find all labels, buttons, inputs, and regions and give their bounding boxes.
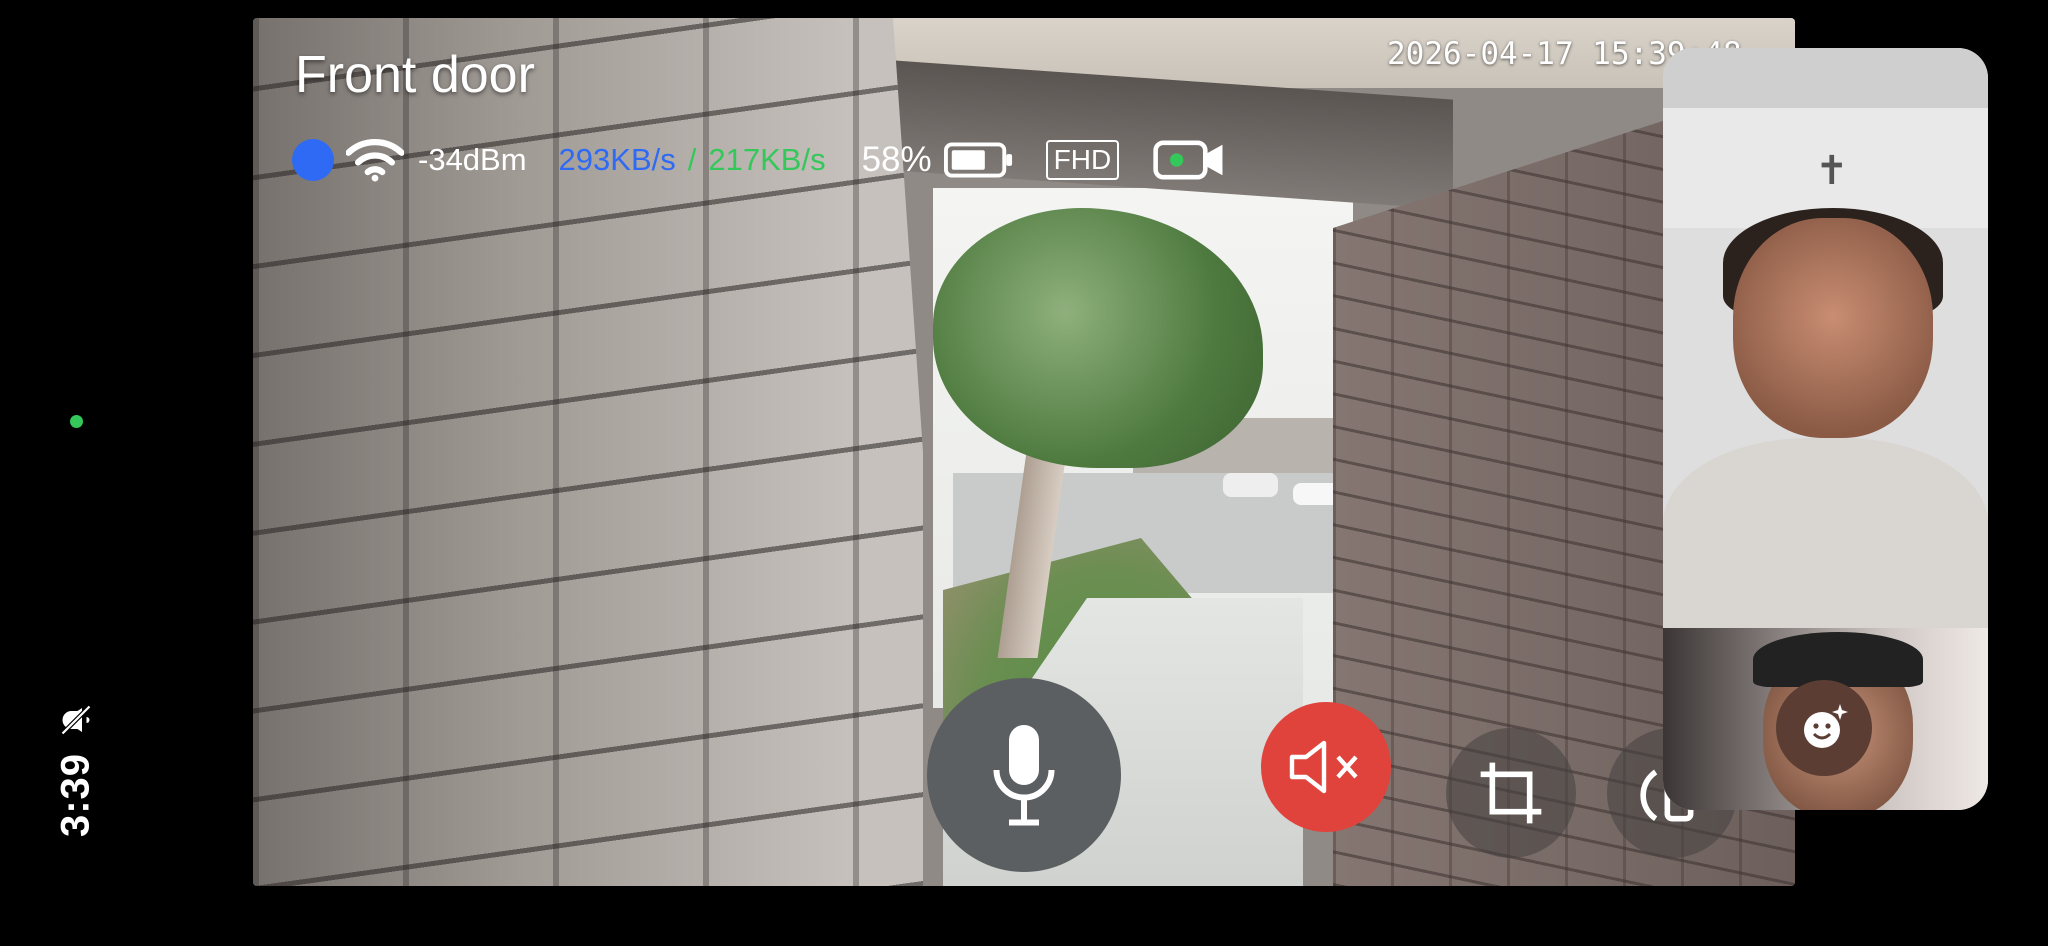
parked-car — [1223, 473, 1278, 497]
video-camera-icon[interactable] — [1153, 139, 1227, 181]
battery-icon — [943, 142, 1012, 178]
battery-percent: 58% — [861, 140, 932, 179]
crop-icon — [1480, 762, 1542, 824]
connection-status-dot — [292, 139, 334, 181]
wall-crucifix: ✝ — [1815, 149, 1849, 193]
upload-rate: 217KB/s — [708, 142, 826, 177]
video-call-pip[interactable]: ✝ — [1663, 48, 1988, 810]
camera-status-bar: -34dBm 293KB/s / 217KB/s 58% FHD — [292, 136, 1227, 184]
smiley-sparkle-icon — [1804, 704, 1848, 748]
bell-slash-icon — [60, 704, 92, 736]
remote-person — [1733, 218, 1933, 438]
self-view-cap — [1753, 632, 1923, 687]
camera-name: Front door — [295, 46, 535, 104]
signal-strength: -34dBm — [418, 142, 527, 177]
system-status-strip: 3:39 — [0, 0, 150, 946]
privacy-indicator-dot — [70, 415, 83, 428]
crop-button[interactable] — [1446, 728, 1576, 858]
status-clock: 3:39 — [53, 752, 98, 838]
remote-person-shirt — [1663, 438, 1988, 628]
remote-video: ✝ — [1663, 48, 1988, 628]
effects-button[interactable] — [1776, 680, 1872, 776]
speaker-muted-icon — [1289, 740, 1358, 794]
microphone-icon — [993, 725, 1055, 826]
speaker-mute-button[interactable] — [1261, 702, 1391, 832]
quality-badge[interactable]: FHD — [1045, 140, 1120, 180]
talk-button[interactable] — [927, 678, 1121, 872]
rate-separator: / — [687, 142, 697, 177]
wifi-icon — [346, 139, 404, 182]
download-rate: 293KB/s — [558, 142, 676, 177]
